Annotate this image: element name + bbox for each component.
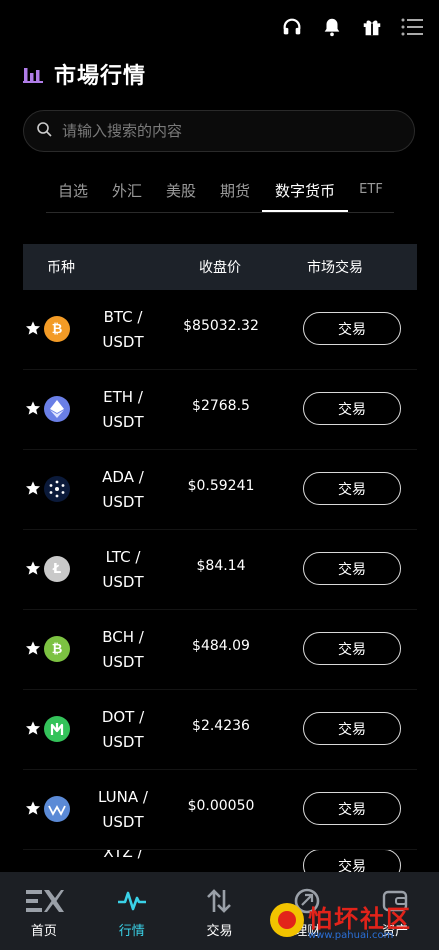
price-value: $0.00050 (187, 798, 255, 814)
headset-icon[interactable] (279, 14, 305, 40)
tab-favorites[interactable]: 自选 (46, 168, 100, 212)
top-toolbar (279, 14, 425, 40)
tab-etf[interactable]: ETF (348, 168, 394, 212)
star-icon[interactable] (25, 800, 41, 816)
table-row[interactable]: DOT / USDT $2.4236 交易 (23, 690, 417, 770)
pair-label: LTC / USDT (102, 548, 144, 591)
table-header: 币种 收盘价 市场交易 (23, 244, 417, 290)
trade-button[interactable]: 交易 (303, 712, 401, 745)
ada-icon (44, 476, 70, 502)
price-value: $85032.32 (183, 318, 259, 334)
nav-market[interactable]: 行情 (88, 872, 176, 939)
price-value: $2768.5 (192, 398, 250, 414)
trade-button[interactable]: 交易 (303, 312, 401, 345)
swap-arrows-icon (199, 886, 239, 916)
pair-label: DOT / USDT (101, 708, 145, 751)
table-row[interactable]: ₿ BTC / USDT $85032.32 交易 (23, 290, 417, 370)
bell-icon[interactable] (319, 14, 345, 40)
trade-button[interactable]: 交易 (303, 632, 401, 665)
nav-home[interactable]: 首页 (0, 872, 88, 939)
gift-icon[interactable] (359, 14, 385, 40)
table-row[interactable]: LUNA / USDT $0.00050 交易 (23, 770, 417, 850)
search-input[interactable] (60, 121, 384, 141)
tab-futures[interactable]: 期货 (208, 168, 262, 212)
watermark-text: 怕坏社区 (308, 905, 412, 933)
nav-trade[interactable]: 交易 (176, 872, 264, 939)
tab-us-stocks[interactable]: 美股 (154, 168, 208, 212)
search-icon (36, 121, 52, 141)
page-title: 市場行情 (54, 64, 147, 89)
star-icon[interactable] (25, 640, 41, 656)
menu-icon[interactable] (399, 14, 425, 40)
watermark-logo-icon (270, 903, 304, 937)
star-icon[interactable] (25, 720, 41, 736)
table-row[interactable]: ADA / USDT $0.59241 交易 (23, 450, 417, 530)
tab-forex[interactable]: 外汇 (100, 168, 154, 212)
pair-label: ADA / USDT (102, 468, 144, 511)
table-row[interactable]: ₿ BCH / USDT $484.09 交易 (23, 610, 417, 690)
nav-label: 行情 (118, 924, 145, 939)
header-close-price: 收盘价 (199, 260, 241, 276)
price-value: $0.59241 (187, 478, 255, 494)
star-icon[interactable] (25, 560, 41, 576)
table-row[interactable]: ETH / USDT $2768.5 交易 (23, 370, 417, 450)
eth-icon (44, 396, 70, 422)
pair-label: ETH / USDT (102, 388, 144, 431)
nav-label: 交易 (206, 924, 233, 939)
page-header: 市場行情 (22, 58, 146, 90)
watermark-url: www.pahuai.com (308, 930, 394, 941)
pair-label: LUNA / USDT (98, 788, 148, 831)
luna-icon (44, 796, 70, 822)
trade-button[interactable]: 交易 (303, 552, 401, 585)
pulse-icon (112, 886, 152, 916)
watermark: 怕坏社区 www.pahuai.com (268, 897, 438, 947)
category-tabs: 自选 外汇 美股 期货 数字货币 ETF (46, 168, 394, 213)
trade-button[interactable]: 交易 (303, 392, 401, 425)
search-box[interactable] (23, 110, 415, 152)
tab-crypto[interactable]: 数字货币 (262, 168, 348, 212)
trade-button[interactable]: 交易 (303, 792, 401, 825)
pair-label: XTZ / (103, 850, 143, 861)
star-icon[interactable] (25, 480, 41, 496)
price-value: $484.09 (192, 638, 250, 654)
pair-label: BCH / USDT (102, 628, 144, 671)
nav-label: 首页 (30, 924, 57, 939)
bch-icon: ₿ (44, 636, 70, 662)
dot-icon (44, 716, 70, 742)
star-icon[interactable] (25, 400, 41, 416)
price-value: $2.4236 (192, 718, 250, 734)
header-market-trade: 市场交易 (307, 260, 363, 276)
ltc-icon: Ł (44, 556, 70, 582)
ex-logo-icon (24, 886, 64, 916)
star-icon[interactable] (25, 320, 41, 336)
price-value: $84.14 (196, 558, 246, 574)
table-row[interactable]: Ł LTC / USDT $84.14 交易 (23, 530, 417, 610)
btc-icon: ₿ (44, 316, 70, 342)
market-list: ₿ BTC / USDT $85032.32 交易 ETH / USDT $2768… (23, 290, 417, 881)
pair-label: BTC / USDT (102, 308, 144, 351)
header-coin: 币种 (47, 260, 75, 276)
trade-button[interactable]: 交易 (303, 472, 401, 505)
bar-chart-icon (22, 63, 44, 85)
